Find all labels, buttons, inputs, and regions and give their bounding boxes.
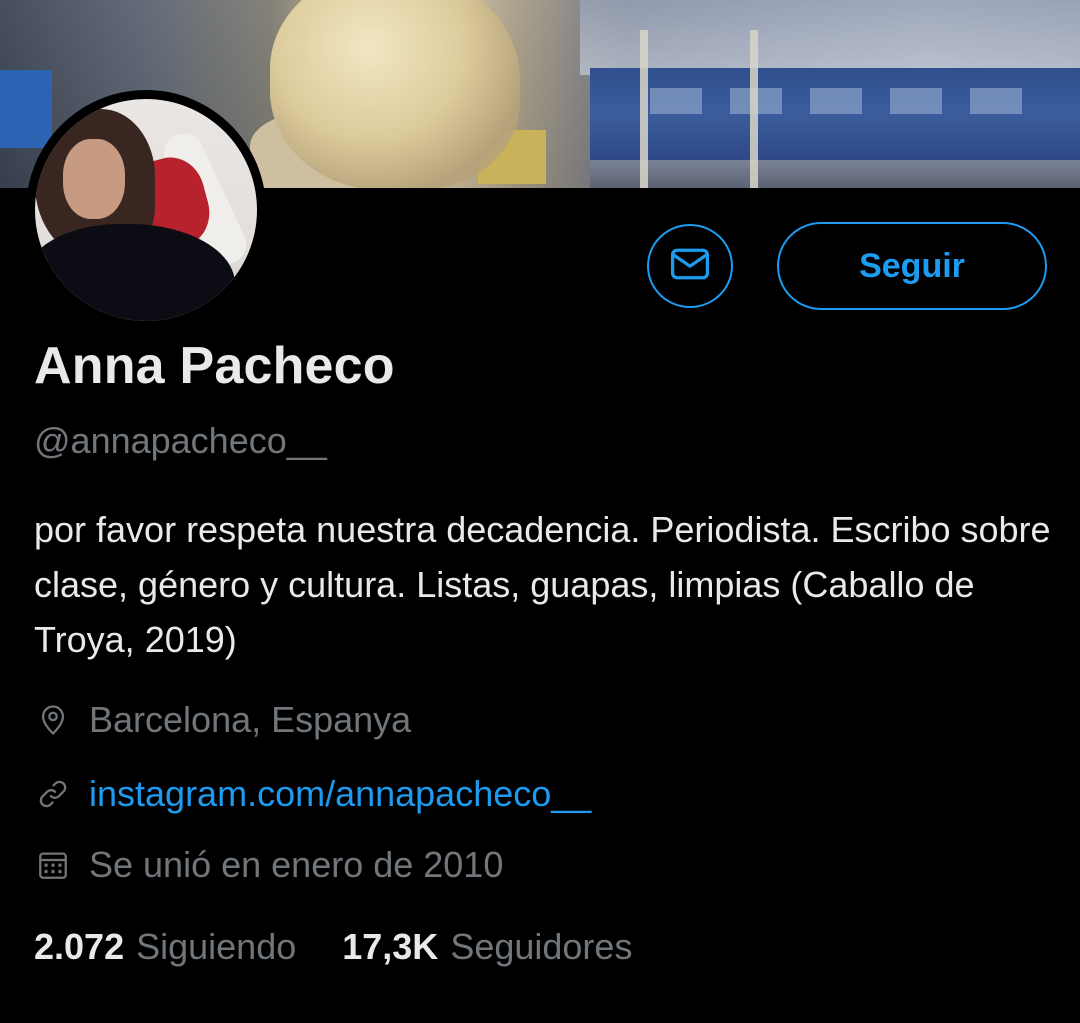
profile-bio: por favor respeta nuestra decadencia. Pe…	[34, 509, 1051, 660]
following-link[interactable]: 2.072 Siguiendo	[34, 926, 296, 968]
calendar-icon	[34, 846, 72, 884]
followers-count: 17,3K	[342, 926, 439, 967]
joined-date: Se unió en enero de 2010	[89, 844, 504, 885]
follow-stats: 2.072 Siguiendo 17,3K Seguidores	[34, 926, 632, 978]
profile-page: Seguir Anna Pacheco @annapacheco__ por f…	[0, 0, 1080, 1023]
location-row: Barcelona, Espanya	[34, 695, 411, 745]
following-label: Siguiendo	[136, 926, 297, 967]
follow-button-label: Seguir	[859, 246, 965, 285]
message-button[interactable]	[647, 224, 733, 308]
followers-label: Seguidores	[450, 926, 633, 967]
joined-row: Se unió en enero de 2010	[34, 840, 503, 890]
envelope-icon	[668, 242, 712, 291]
link-icon	[34, 775, 72, 813]
website-row: instagram.com/annapacheco__	[34, 769, 591, 819]
map-pin-icon	[34, 701, 72, 739]
follow-button[interactable]: Seguir	[777, 222, 1047, 310]
display-name: Anna Pacheco	[34, 337, 395, 395]
website-link[interactable]: instagram.com/annapacheco__	[89, 773, 591, 815]
username: @annapacheco__	[34, 420, 327, 461]
following-count: 2.072	[34, 926, 125, 967]
location-text: Barcelona, Espanya	[89, 699, 412, 740]
followers-link[interactable]: 17,3K Seguidores	[342, 926, 632, 968]
avatar[interactable]	[26, 90, 266, 330]
